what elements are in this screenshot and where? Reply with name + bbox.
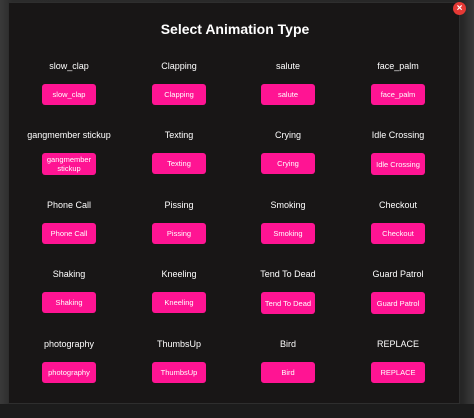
animation-label: photography [43, 339, 95, 349]
animation-label: gangmember stickup [27, 130, 111, 140]
animation-label: Crying [274, 130, 301, 140]
animation-label: Kneeling [161, 269, 197, 279]
animation-label: Smoking [270, 200, 306, 210]
animation-button[interactable]: Smoking [261, 223, 315, 244]
animation-button[interactable]: Checkout [371, 223, 425, 244]
animation-label: Pissing [164, 200, 194, 210]
animation-button[interactable]: photography [42, 362, 96, 383]
animation-button[interactable]: Bird [261, 362, 315, 383]
animation-label: Shaking [52, 269, 86, 279]
animation-button[interactable]: Idle Crossing [371, 153, 425, 175]
animation-label: slow_clap [49, 61, 89, 71]
animation-label: Phone Call [46, 200, 92, 210]
animation-button[interactable]: Pissing [152, 223, 206, 244]
animation-button[interactable]: Phone Call [42, 223, 96, 244]
animation-button[interactable]: gangmember stickup [42, 153, 96, 175]
animation-button[interactable]: ThumbsUp [152, 362, 206, 383]
dialog-title: Select Animation Type [160, 21, 310, 37]
animation-label: Checkout [378, 200, 418, 210]
animation-label: Idle Crossing [371, 130, 425, 140]
animation-label: Texting [164, 130, 194, 140]
animation-button[interactable]: Clapping [152, 84, 206, 105]
animation-button[interactable]: REPLACE [371, 362, 425, 383]
animation-label: REPLACE [376, 339, 420, 349]
animation-button[interactable]: Guard Patrol [371, 292, 425, 314]
animation-label: face_palm [377, 61, 419, 71]
animation-label: Clapping [161, 61, 197, 71]
animation-dialog: Select Animation Type slow_clap slow_clap… [8, 2, 460, 404]
animation-label: Guard Patrol [372, 269, 424, 279]
bottom-bar [0, 404, 474, 418]
animation-button[interactable]: slow_clap [42, 84, 96, 105]
animation-button[interactable]: Kneeling [152, 292, 206, 313]
animation-button[interactable]: Tend To Dead [261, 292, 315, 314]
animation-button[interactable]: Texting [152, 153, 206, 174]
animation-label: Tend To Dead [260, 269, 316, 279]
animation-button[interactable]: Crying [261, 153, 315, 174]
animation-label: ThumbsUp [156, 339, 201, 349]
animation-button[interactable]: face_palm [371, 84, 425, 105]
animation-button[interactable]: Shaking [42, 292, 96, 313]
animation-label: Bird [279, 339, 296, 349]
animation-button[interactable]: salute [261, 84, 315, 105]
animation-label: salute [275, 61, 301, 71]
close-icon[interactable]: × [453, 2, 466, 15]
